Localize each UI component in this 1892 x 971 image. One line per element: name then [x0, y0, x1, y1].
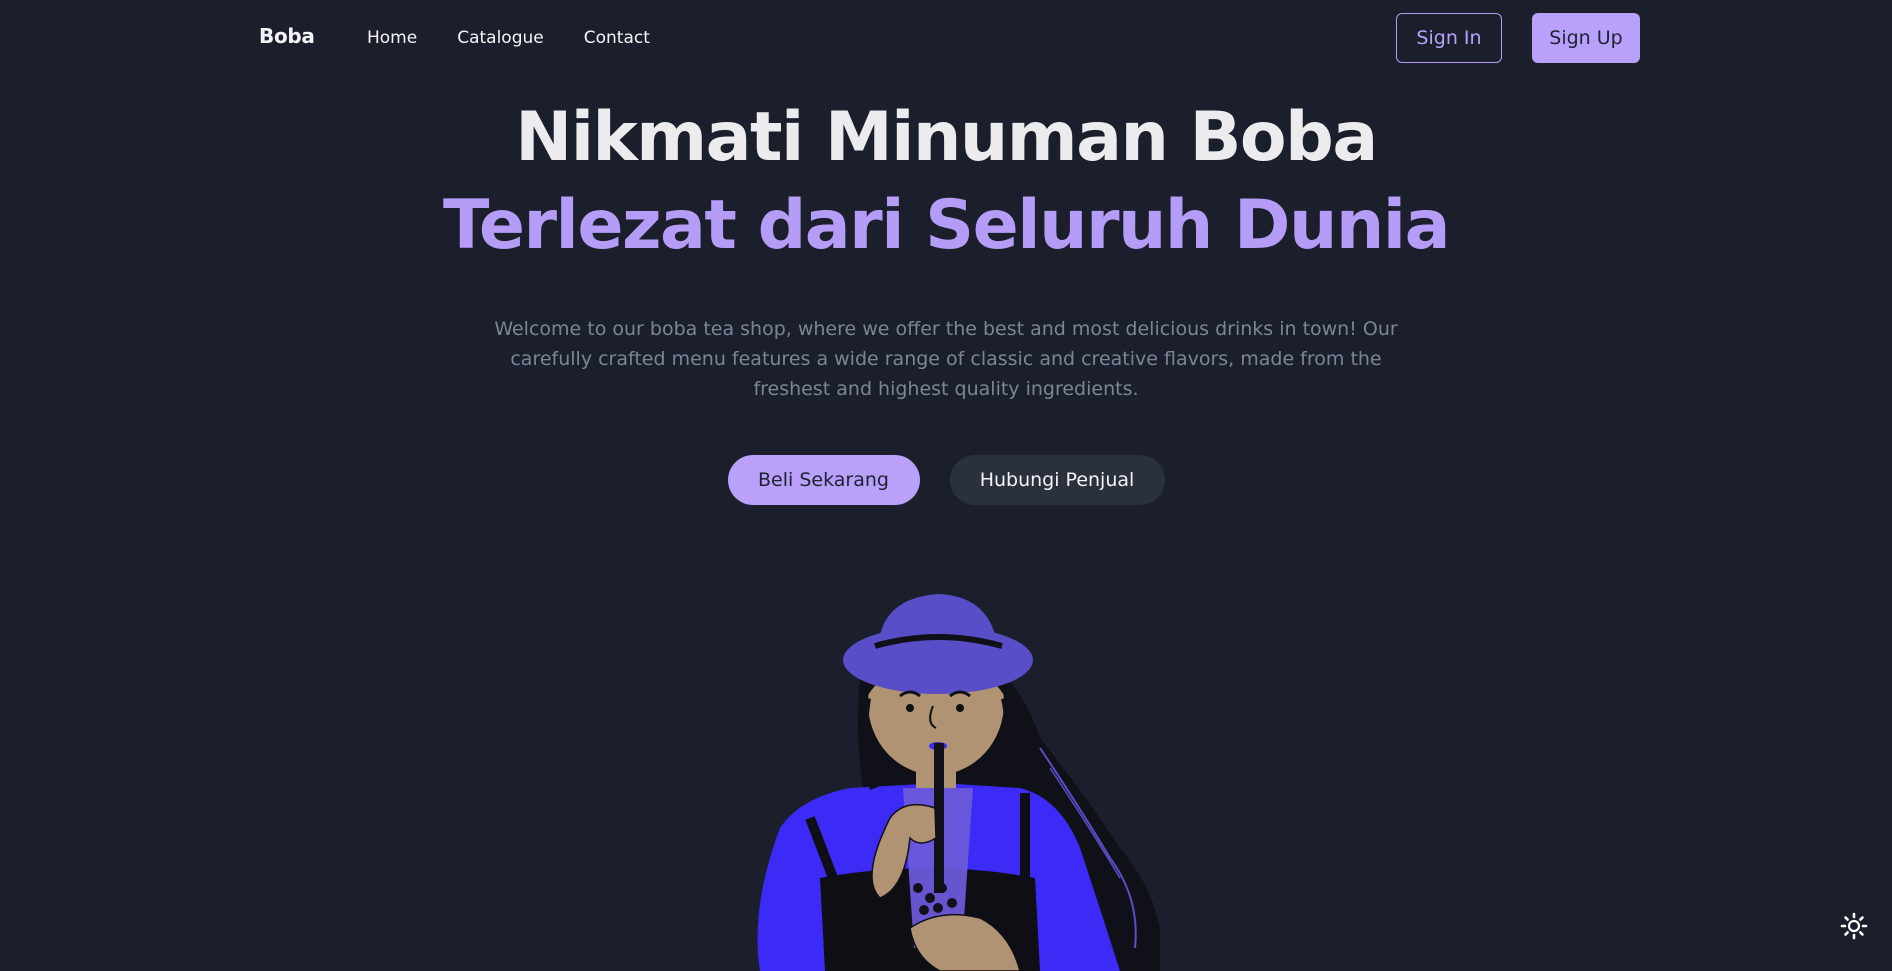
- sun-icon[interactable]: [1840, 912, 1868, 940]
- buy-now-button[interactable]: Beli Sekarang: [727, 455, 920, 505]
- hero-title-line2: Terlezat dari Seluruh Dunia: [443, 186, 1450, 265]
- hero-title: Nikmati Minuman Boba Terlezat dari Selur…: [0, 94, 1892, 270]
- girl-drinking-boba-illustration: [757, 594, 1160, 971]
- nav-link-home[interactable]: Home: [367, 28, 417, 48]
- sign-in-button[interactable]: Sign In: [1396, 13, 1502, 63]
- sign-up-button[interactable]: Sign Up: [1532, 13, 1640, 63]
- landing-page: Boba Home Catalogue Contact Sign In Sign…: [0, 0, 1892, 971]
- nav-link-catalogue[interactable]: Catalogue: [457, 28, 544, 48]
- brand-logo[interactable]: Boba: [259, 24, 315, 48]
- contact-seller-button[interactable]: Hubungi Penjual: [949, 455, 1165, 505]
- main-nav: Home Catalogue Contact: [367, 28, 650, 48]
- hero-description: Welcome to our boba tea shop, where we o…: [494, 318, 1398, 400]
- hero-title-line1: Nikmati Minuman Boba: [515, 98, 1378, 177]
- hero-cta-group: Beli Sekarang Hubungi Penjual: [0, 455, 1892, 505]
- nav-link-contact[interactable]: Contact: [584, 28, 650, 48]
